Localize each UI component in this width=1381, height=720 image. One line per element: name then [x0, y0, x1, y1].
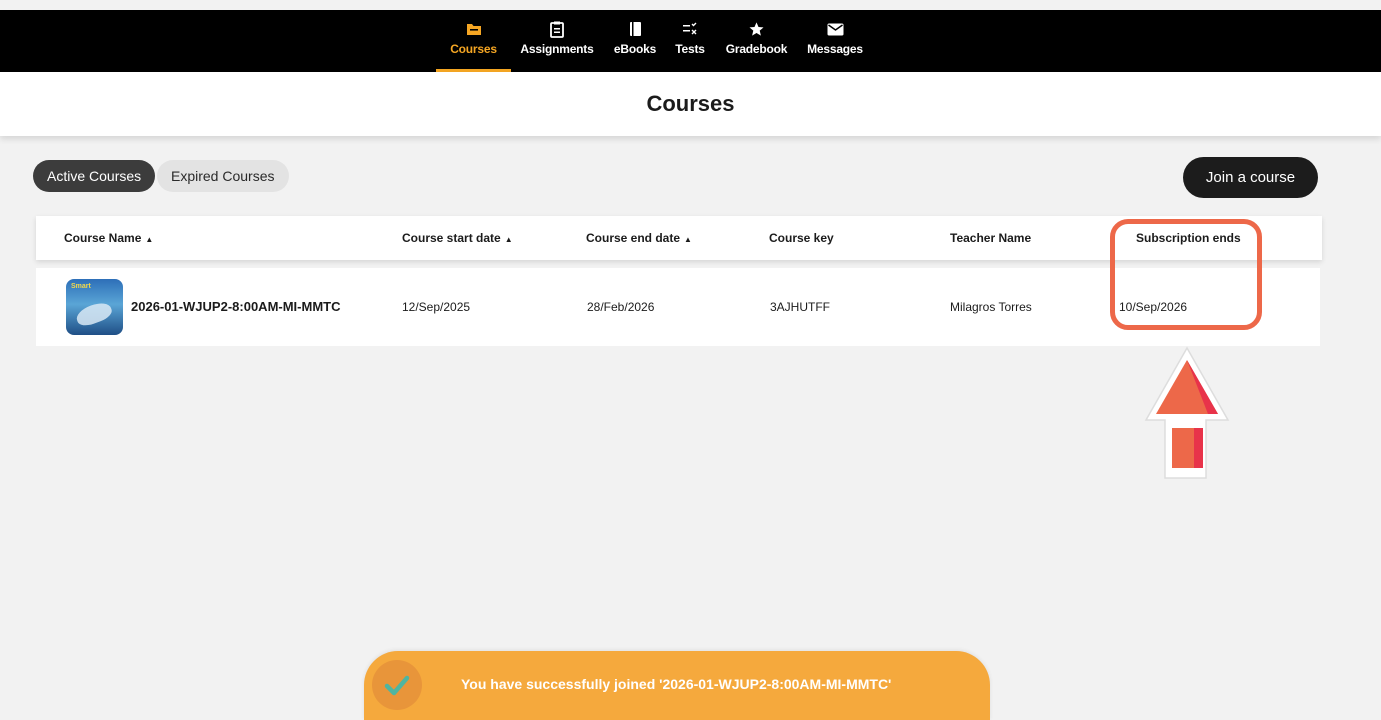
clipboard-icon [550, 20, 564, 38]
teacher-name: Milagros Torres [950, 300, 1032, 314]
nav-item-gradebook[interactable]: Gradebook [713, 10, 800, 72]
course-key: 3AJHUTFF [770, 300, 830, 314]
nav-item-ebooks[interactable]: eBooks [603, 10, 667, 72]
column-header-course-key: Course key [769, 231, 834, 245]
nav-item-courses[interactable]: Courses [436, 10, 511, 72]
nav-item-assignments[interactable]: Assignments [511, 10, 603, 72]
star-icon [748, 20, 765, 38]
nav-items: Courses Assignments eBooks Tests Gradebo… [436, 10, 870, 72]
column-header-label: Course start date [402, 231, 501, 245]
nav-item-messages[interactable]: Messages [800, 10, 870, 72]
highlight-box [1110, 219, 1262, 330]
sort-arrow-icon: ▲ [504, 235, 513, 244]
column-header-label: Course Name [64, 231, 142, 245]
nav-item-label: eBooks [613, 42, 657, 56]
tab-active-courses[interactable]: Active Courses [33, 160, 156, 192]
column-header-end-date[interactable]: Course end date ▲ [586, 216, 692, 262]
column-header-course-name[interactable]: Course Name ▲ [64, 216, 153, 262]
nav-item-label: Messages [807, 42, 863, 56]
course-thumbnail: Smart [66, 279, 123, 335]
nav-item-tests[interactable]: Tests [667, 10, 713, 72]
column-header-teacher-name: Teacher Name [950, 231, 1032, 245]
checklist-icon [682, 20, 698, 38]
course-end-date: 28/Feb/2026 [587, 300, 655, 314]
toast-message: You have successfully joined '2026-01-WJ… [461, 676, 892, 692]
column-header-label: Course end date [586, 231, 681, 245]
success-toast: You have successfully joined '2026-01-WJ… [364, 651, 990, 720]
nav-item-label: Tests [675, 42, 705, 56]
nav-item-label: Assignments [520, 42, 594, 56]
folder-icon [466, 20, 482, 38]
nav-item-label: Gradebook [725, 42, 788, 56]
envelope-icon [827, 20, 844, 38]
checkmark-icon [372, 660, 422, 710]
whale-image [74, 299, 114, 329]
page-header: Courses [0, 72, 1381, 136]
course-name[interactable]: 2026-01-WJUP2-8:00AM-MI-MMTC [131, 268, 340, 346]
thumbnail-title: Smart [71, 283, 91, 290]
page-title: Courses [646, 91, 735, 116]
top-navigation-bar: Courses Assignments eBooks Tests Gradebo… [0, 10, 1381, 72]
tab-expired-courses[interactable]: Expired Courses [157, 160, 289, 192]
book-icon [629, 20, 642, 38]
join-course-button[interactable]: Join a course [1183, 157, 1318, 198]
sort-arrow-icon: ▲ [145, 235, 154, 244]
sort-arrow-icon: ▲ [684, 235, 692, 244]
column-header-start-date[interactable]: Course start date ▲ [402, 216, 513, 262]
highlight-arrow-icon [1144, 346, 1230, 479]
nav-item-label: Courses [450, 42, 497, 56]
course-start-date: 12/Sep/2025 [402, 300, 471, 314]
